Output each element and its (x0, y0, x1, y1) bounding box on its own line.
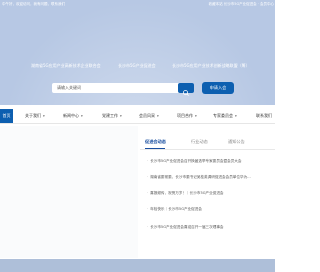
chevron-down-icon: ▾ (120, 114, 122, 118)
nav-item-label: 联系我们 (256, 113, 272, 118)
nav-item-label: 专家委员会 (213, 113, 233, 118)
bullet-icon: · (147, 207, 149, 211)
nav-home[interactable]: 首页 (0, 109, 13, 123)
list-item[interactable]: · 喜报频传，祝贺万岁！｜长沙市5G产业促进会 (147, 189, 275, 197)
top-utility-bar: 中午好，欢迎访问，我有问题，联系我们 收藏本站 长沙市5G产业促进会 · 会员中… (0, 0, 275, 9)
org-name-alliance: 长沙市5G应用产业技术创新战略联盟（筹） (172, 63, 250, 68)
topbar-greeting: 中午好，欢迎访问，我有问题，联系我们 (2, 2, 65, 6)
org-name-federation: 湖南省5G应用产业高新技术企业联合会 (31, 63, 101, 68)
main-nav: 首页 关于我们 ▾ 新闻中心 ▾ 党建工作 ▾ 会员风采 ▾ 项目合作 ▾ 专家委员会 ▾ … (0, 109, 275, 124)
nav-item-label: 新闻中心 (63, 113, 79, 118)
chevron-down-icon: ▾ (157, 114, 159, 118)
nav-item-label: 党建工作 (102, 113, 118, 118)
chevron-down-icon: ▾ (195, 114, 197, 118)
nav-item-about[interactable]: 关于我们 ▾ (25, 109, 45, 123)
search-button[interactable] (178, 83, 194, 96)
list-item[interactable]: · 湖南省委常委、长沙市委书记吴桂英调研促进会会员单位华为… (147, 173, 275, 181)
chevron-down-icon: ▾ (235, 114, 237, 118)
news-title: 长沙市5G产业促进会喜迎召开一届三次理事会 (150, 225, 224, 229)
bullet-icon: · (147, 225, 149, 229)
footer-band (0, 259, 275, 272)
nav-item-label: 会员风采 (139, 113, 155, 118)
news-title: 喜报频传，祝贺万岁！｜长沙市5G产业促进会 (150, 191, 224, 195)
news-tabs: 促进会动态 行业动态 通知公告 (140, 136, 275, 148)
nav-item-experts[interactable]: 专家委员会 ▾ (213, 109, 237, 123)
tab-industry-news[interactable]: 行业动态 (191, 136, 208, 148)
nav-item-label: 项目合作 (177, 113, 193, 118)
topbar-links[interactable]: 收藏本站 长沙市5G产业促进会 · 会员中心 (209, 0, 274, 9)
nav-item-contact[interactable]: 联系我们 (256, 109, 272, 123)
news-title: 湖南省委常委、长沙市委书记吴桂英调研促进会会员单位华为… (150, 175, 251, 179)
org-name-association: 长沙市5G产业促进会 (118, 63, 156, 68)
search-box[interactable]: 请输入关键词 (52, 83, 194, 93)
join-button[interactable]: 申请入会 (202, 82, 234, 94)
tabs-divider (140, 149, 275, 150)
search-input[interactable]: 请输入关键词 (57, 83, 81, 93)
nav-item-news[interactable]: 新闻中心 ▾ (63, 109, 83, 123)
chevron-down-icon: ▾ (81, 114, 83, 118)
list-item[interactable]: · 长沙市5G产业促进会喜迎召开一届三次理事会 (147, 223, 275, 231)
tab-notices[interactable]: 通知公告 (228, 136, 245, 148)
nav-item-projects[interactable]: 项目合作 ▾ (177, 109, 197, 123)
nav-item-party[interactable]: 党建工作 ▾ (102, 109, 122, 123)
tab-association-news[interactable]: 促进会动态 (145, 136, 166, 148)
featured-image-area (0, 126, 138, 258)
search-icon (183, 90, 189, 96)
news-title: 长沙市5G产业促进会召开换届选举专家委员会暨会员大会 (150, 159, 242, 163)
bullet-icon: · (147, 159, 149, 163)
list-item[interactable]: · 年检快乐｜长沙市5G产业促进会 (147, 205, 275, 213)
news-title: 年检快乐｜长沙市5G产业促进会 (150, 207, 202, 211)
list-item[interactable]: · 长沙市5G产业促进会召开换届选举专家委员会暨会员大会 (147, 157, 275, 165)
nav-item-label: 关于我们 (25, 113, 41, 118)
chevron-down-icon: ▾ (43, 114, 45, 118)
organization-names: 湖南省5G应用产业高新技术企业联合会 长沙市5G产业促进会 长沙市5G应用产业技… (0, 62, 275, 70)
bullet-icon: · (147, 175, 149, 179)
nav-item-members[interactable]: 会员风采 ▾ (139, 109, 159, 123)
bullet-icon: · (147, 191, 149, 195)
